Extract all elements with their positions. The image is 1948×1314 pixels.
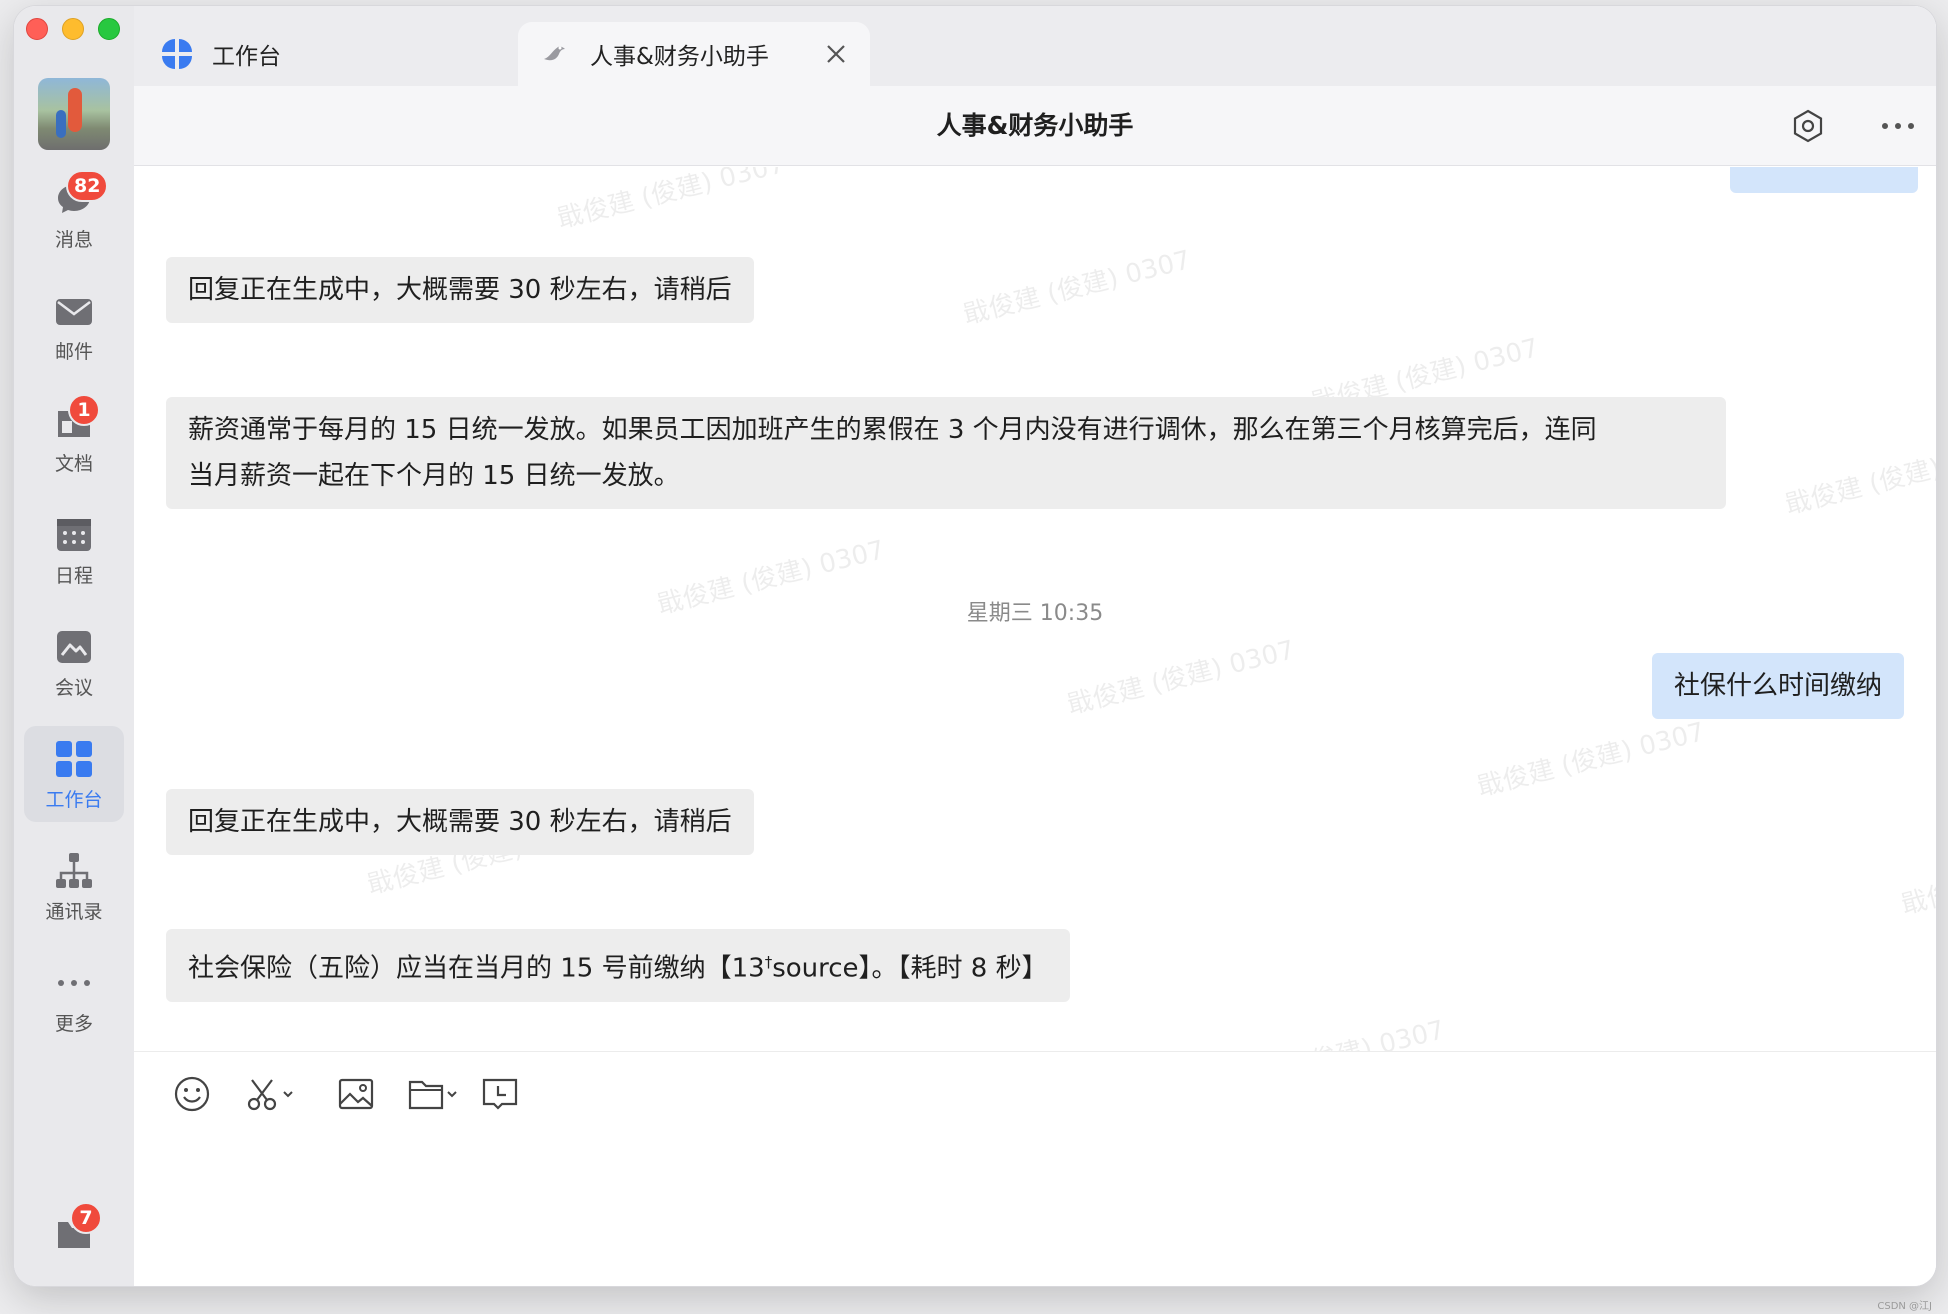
watermark: 戢俊建 (俊建) 0307 xyxy=(1064,635,1298,721)
sidebar-item-label: 消息 xyxy=(54,229,93,251)
watermark: 戢俊建 (俊建) 0307 xyxy=(1474,717,1708,803)
watermark: 戢俊建 (俊建) 0307 xyxy=(1898,835,1936,921)
bot-message: 薪资通常于每月的 15 日统一发放。如果员工因加班产生的累假在 3 个月内没有进… xyxy=(166,397,1726,509)
message-timestamp: 星期三 10:35 xyxy=(966,601,1104,626)
window-close-button[interactable] xyxy=(26,18,48,40)
window-zoom-button[interactable] xyxy=(98,18,120,40)
sidebar-item-label: 工作台 xyxy=(45,789,103,811)
tab-workspace[interactable]: 工作台 xyxy=(160,22,530,86)
sidebar-item-label: 文档 xyxy=(54,453,93,475)
unread-badge: 7 xyxy=(70,1202,102,1234)
more-options-icon[interactable] xyxy=(1878,108,1918,144)
window-minimize-button[interactable] xyxy=(62,18,84,40)
sidebar-item-calendar[interactable]: 日程 xyxy=(24,502,124,598)
tab-bar: 工作台 人事&财务小助手 xyxy=(134,6,1936,86)
folder-icon[interactable] xyxy=(406,1072,462,1116)
tab-assistant[interactable]: 人事&财务小助手 xyxy=(518,22,870,86)
sidebar-item-mail[interactable]: 邮件 xyxy=(24,278,124,374)
schedule-message-icon[interactable] xyxy=(480,1072,520,1116)
sidebar-item-label: 日程 xyxy=(54,565,93,587)
sidebar-item-label: 邮件 xyxy=(54,341,93,363)
org-chart-icon xyxy=(54,851,94,891)
bot-message: 回复正在生成中，大概需要 30 秒左右，请稍后 xyxy=(166,789,754,855)
message-text: 社会保险（五险）应当在当月的 15 号前缴纳【13 xyxy=(188,953,765,984)
watermark: 戢俊建 (俊建) 0307 xyxy=(960,245,1194,331)
unread-badge: 1 xyxy=(68,394,100,426)
tab-label: 人事&财务小助手 xyxy=(590,44,769,70)
sidebar-item-workspace[interactable]: 工作台 xyxy=(24,726,124,822)
message-bubble-partial xyxy=(1730,167,1918,193)
emoji-icon[interactable] xyxy=(172,1072,212,1116)
sidebar-item-label: 通讯录 xyxy=(45,901,103,923)
tab-label: 工作台 xyxy=(212,44,281,70)
bot-message: 回复正在生成中，大概需要 30 秒左右，请稍后 xyxy=(166,257,754,323)
user-message: 社保什么时间缴纳 xyxy=(1651,653,1904,719)
sidebar-item-more[interactable]: 更多 xyxy=(24,950,124,1046)
close-tab-icon[interactable] xyxy=(824,42,848,66)
calendar-icon xyxy=(54,515,94,555)
more-dots-icon xyxy=(54,963,94,1003)
composer xyxy=(134,1051,1936,1286)
sidebar-item-meetings[interactable]: 会议 xyxy=(24,614,124,710)
chat-scroll-area[interactable]: 戢俊建 (俊建) 0307 戢俊建 (俊建) 0307 戢俊建 (俊建) 030… xyxy=(134,167,1936,1051)
workspace-logo-icon xyxy=(160,37,194,71)
watermark: 戢俊建 (俊建) 0307 xyxy=(1782,435,1936,521)
watermark: 戢俊建 (俊建) 0307 xyxy=(554,167,788,235)
sidebar-item-contacts[interactable]: 通讯录 xyxy=(24,838,124,934)
credit-text: CSDN @江J xyxy=(1877,1301,1932,1312)
settings-hex-icon[interactable] xyxy=(1790,108,1826,144)
page-title: 人事&财务小助手 xyxy=(936,111,1134,140)
screenshot-scissors-icon[interactable] xyxy=(244,1072,300,1116)
bot-message: 社会保险（五险）应当在当月的 15 号前缴纳【13†source】。【耗时 8 … xyxy=(166,929,1070,1002)
watermark: 戢俊建 (俊建) 0307 xyxy=(1213,1009,1448,1051)
workspace-grid-icon xyxy=(54,739,94,779)
sidebar-item-label: 更多 xyxy=(54,1013,93,1035)
assistant-bird-icon xyxy=(540,39,570,69)
message-text: source】。【耗时 8 秒】 xyxy=(772,953,1048,984)
mail-icon xyxy=(54,291,94,331)
message-line: 当月薪资一起在下个月的 15 日统一发放。 xyxy=(188,461,680,491)
unread-badge: 82 xyxy=(66,170,109,202)
main-panel: 工作台 人事&财务小助手 人事&财务小助手 戢俊建 (俊建) 0307 戢俊建 … xyxy=(134,6,1936,1286)
chat-header: 人事&财务小助手 xyxy=(134,86,1936,166)
meeting-icon xyxy=(54,627,94,667)
image-icon[interactable] xyxy=(336,1072,376,1116)
sidebar-item-label: 会议 xyxy=(54,677,93,699)
message-line: 薪资通常于每月的 15 日统一发放。如果员工因加班产生的累假在 3 个月内没有进… xyxy=(188,415,1597,445)
app-window: 消息 82 邮件 文档 1 日程 会议 工作台 通讯录 更多 7 工作台 人事&… xyxy=(14,6,1936,1286)
avatar[interactable] xyxy=(38,78,110,150)
sidebar: 消息 82 邮件 文档 1 日程 会议 工作台 通讯录 更多 7 xyxy=(14,6,134,1286)
